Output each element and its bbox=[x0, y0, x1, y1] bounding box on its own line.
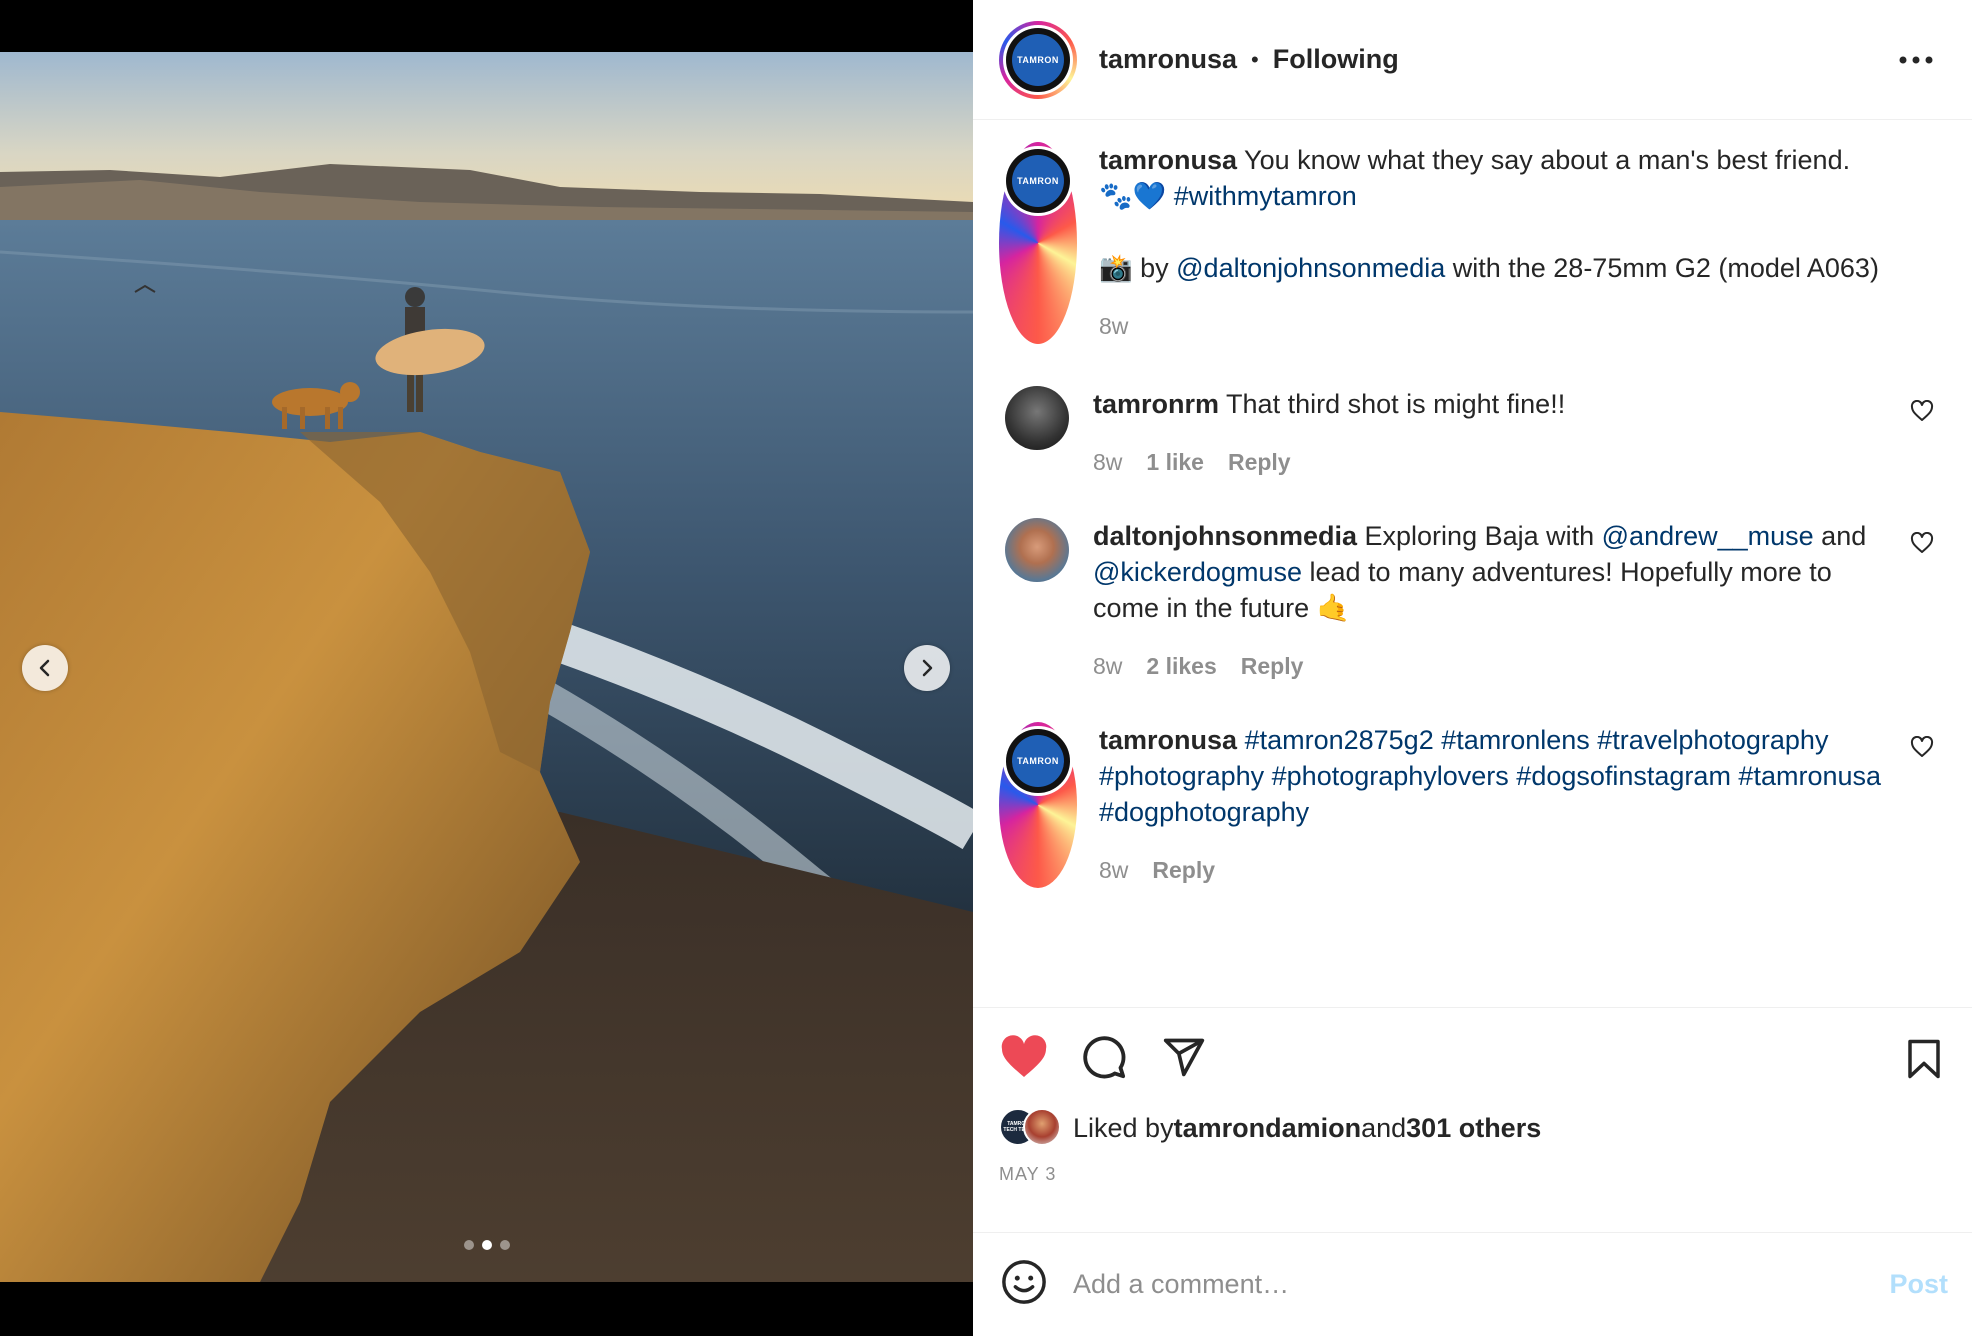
heart-outline-icon bbox=[1910, 735, 1934, 757]
carousel-dot bbox=[463, 1240, 474, 1250]
avatar-logo-text: TAMRON bbox=[1012, 155, 1064, 207]
post-date[interactable]: MAY 3 bbox=[999, 1164, 1948, 1185]
like-comment-button[interactable] bbox=[1910, 735, 1934, 763]
comment-body: That third shot is might fine!! bbox=[1219, 389, 1566, 419]
post-comment-button[interactable]: Post bbox=[1889, 1269, 1948, 1300]
comment-button[interactable] bbox=[1079, 1032, 1129, 1082]
comment-likes[interactable]: 2 likes bbox=[1146, 648, 1216, 684]
more-options-button[interactable] bbox=[1896, 40, 1936, 80]
caption-credit: 📸 by @daltonjohnsonmedia with the 28-75m… bbox=[1099, 250, 1888, 286]
post-header: TAMRON tamronusa • Following bbox=[973, 0, 1972, 120]
caption-avatar[interactable]: TAMRON bbox=[999, 142, 1077, 344]
author-username[interactable]: tamronusa bbox=[1099, 44, 1237, 75]
avatar-logo-text: TAMRON bbox=[1012, 33, 1064, 86]
commenter-avatar[interactable] bbox=[1005, 386, 1069, 450]
comment-icon bbox=[1083, 1036, 1126, 1079]
comment-time[interactable]: 8w bbox=[1093, 648, 1122, 684]
author-avatar[interactable]: TAMRON bbox=[999, 20, 1077, 99]
commenter-avatar[interactable]: TAMRON bbox=[999, 722, 1077, 888]
comment-username[interactable]: tamronrm bbox=[1093, 389, 1219, 419]
media-panel bbox=[0, 0, 973, 1336]
bookmark-icon bbox=[1908, 1039, 1940, 1079]
likes-summary: TAMRON TECH TEAM Liked by tamrondamion a… bbox=[999, 1108, 1948, 1148]
like-comment-button[interactable] bbox=[1910, 399, 1934, 427]
emoji-icon bbox=[1002, 1260, 1046, 1304]
avatar-logo-text: TAMRON bbox=[1012, 735, 1064, 787]
post-actions: TAMRON TECH TEAM Liked by tamrondamion a… bbox=[973, 1007, 1972, 1232]
next-photo-button[interactable] bbox=[904, 645, 950, 691]
comment-mention[interactable]: @kickerdogmuse bbox=[1093, 557, 1302, 587]
credit-prefix: 📸 by bbox=[1099, 253, 1177, 283]
comment-time[interactable]: 8w bbox=[1093, 444, 1122, 480]
heart-outline-icon bbox=[1910, 531, 1934, 553]
liked-by-others[interactable]: 301 others bbox=[1406, 1113, 1541, 1144]
previous-photo-button[interactable] bbox=[22, 645, 68, 691]
post-photo[interactable] bbox=[0, 52, 973, 1282]
caption-hashtag[interactable]: #withmytamron bbox=[1174, 181, 1357, 211]
comment-meta: 8w 1 like Reply bbox=[1093, 444, 1888, 480]
caption-meta: 8w bbox=[1099, 308, 1888, 344]
comment-text: tamronusa #tamron2875g2 #tamronlens #tra… bbox=[1099, 722, 1888, 830]
separator-dot: • bbox=[1251, 46, 1259, 72]
caption-username[interactable]: tamronusa bbox=[1099, 145, 1237, 175]
caption-time[interactable]: 8w bbox=[1099, 308, 1128, 344]
reply-button[interactable]: Reply bbox=[1228, 444, 1291, 480]
comment-mention[interactable]: @andrew__muse bbox=[1602, 521, 1814, 551]
comment-body: Exploring Baja with bbox=[1357, 521, 1602, 551]
liker-avatar bbox=[1023, 1108, 1061, 1146]
emoji-button[interactable] bbox=[1001, 1259, 1047, 1310]
liked-by-user[interactable]: tamrondamion bbox=[1174, 1113, 1362, 1144]
chevron-right-icon bbox=[922, 659, 933, 677]
heart-outline-icon bbox=[1910, 399, 1934, 421]
like-comment-button[interactable] bbox=[1910, 531, 1934, 559]
caption-entry: TAMRON tamronusa You know what they say … bbox=[999, 142, 1948, 344]
carousel-dot bbox=[499, 1240, 510, 1250]
save-button[interactable] bbox=[1906, 1038, 1942, 1085]
carousel-indicator bbox=[0, 1240, 973, 1250]
reply-button[interactable]: Reply bbox=[1152, 852, 1215, 888]
liker-avatars[interactable]: TAMRON TECH TEAM bbox=[999, 1108, 1063, 1148]
comment-body: and bbox=[1813, 521, 1867, 551]
comment-username[interactable]: tamronusa bbox=[1099, 725, 1237, 755]
comment-meta: 8w Reply bbox=[1099, 852, 1888, 888]
more-icon bbox=[1899, 56, 1933, 64]
comment-item: tamronrm That third shot is might fine!!… bbox=[999, 386, 1948, 480]
caption-text: tamronusa You know what they say about a… bbox=[1099, 142, 1888, 214]
comment-item: daltonjohnsonmedia Exploring Baja with @… bbox=[999, 518, 1948, 684]
comment-username[interactable]: daltonjohnsonmedia bbox=[1093, 521, 1357, 551]
comment-time[interactable]: 8w bbox=[1099, 852, 1128, 888]
chevron-left-icon bbox=[39, 659, 50, 677]
commenter-avatar[interactable] bbox=[1005, 518, 1069, 582]
like-button[interactable] bbox=[999, 1032, 1049, 1082]
instagram-post-modal: TAMRON tamronusa • Following TAMRON tamr… bbox=[0, 0, 1972, 1336]
following-button[interactable]: Following bbox=[1273, 44, 1399, 75]
liked-by-middle: and bbox=[1361, 1112, 1407, 1143]
comment-text: daltonjohnsonmedia Exploring Baja with @… bbox=[1093, 518, 1888, 626]
share-button[interactable] bbox=[1159, 1032, 1209, 1082]
credit-mention[interactable]: @daltonjohnsonmedia bbox=[1176, 253, 1445, 283]
reply-button[interactable]: Reply bbox=[1241, 648, 1304, 684]
comment-meta: 8w 2 likes Reply bbox=[1093, 648, 1888, 684]
comment-text: tamronrm That third shot is might fine!! bbox=[1093, 386, 1888, 422]
share-icon bbox=[1163, 1038, 1205, 1077]
add-comment-bar: Post bbox=[973, 1232, 1972, 1336]
post-details-panel: TAMRON tamronusa • Following TAMRON tamr… bbox=[973, 0, 1972, 1336]
comment-input[interactable] bbox=[1073, 1269, 1890, 1300]
comments-section: TAMRON tamronusa You know what they say … bbox=[973, 120, 1972, 1007]
heart-icon bbox=[1001, 1035, 1047, 1077]
comment-item: TAMRON tamronusa #tamron2875g2 #tamronle… bbox=[999, 722, 1948, 888]
action-buttons bbox=[999, 1028, 1948, 1086]
credit-suffix: with the 28-75mm G2 (model A063) bbox=[1445, 253, 1879, 283]
liked-by-prefix: Liked by bbox=[1073, 1112, 1174, 1143]
comment-likes[interactable]: 1 like bbox=[1146, 444, 1204, 480]
photo-illustration bbox=[0, 52, 973, 1282]
carousel-dot-active bbox=[481, 1240, 492, 1250]
